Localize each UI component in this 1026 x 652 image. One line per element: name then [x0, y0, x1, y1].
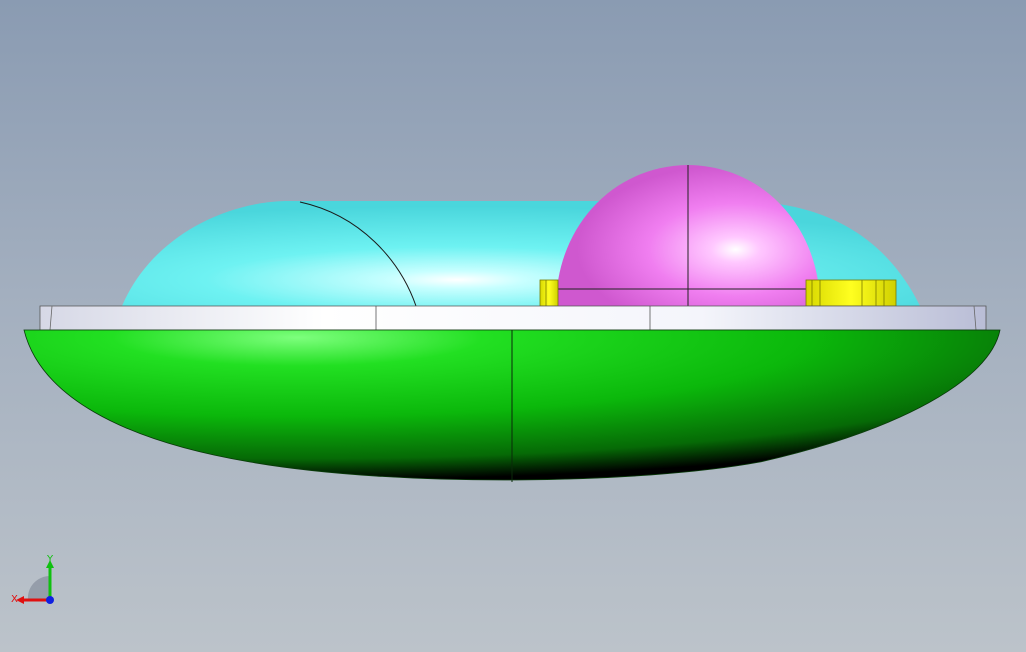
yellow-bracket-right[interactable] [805, 279, 897, 307]
graphics-viewport[interactable]: Y X [0, 0, 1026, 652]
silver-rim[interactable] [39, 305, 987, 331]
orientation-triad: Y X [8, 552, 68, 612]
model-view[interactable] [0, 0, 1026, 652]
x-axis-label: X [11, 594, 18, 605]
yellow-bracket-left[interactable] [539, 279, 559, 307]
triad-quarter-disc [27, 575, 50, 600]
y-axis-label: Y [46, 554, 54, 565]
z-axis-dot [46, 596, 54, 604]
